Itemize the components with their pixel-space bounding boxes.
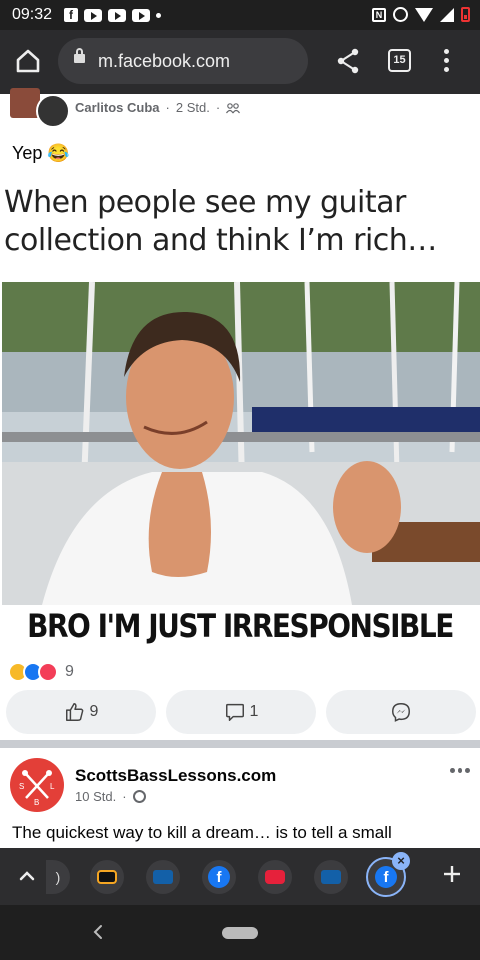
notification-icons: f <box>64 8 161 22</box>
logo-letter-b: B <box>34 798 39 807</box>
logo-letter-s: S <box>19 782 24 791</box>
browser-toolbar: m.facebook.com 15 <box>0 30 480 94</box>
red-app-favicon-icon <box>265 870 285 884</box>
meme-caption: When people see my guitar collection and… <box>4 185 437 258</box>
facebook-notification-icon: f <box>64 8 78 22</box>
comment-count: 1 <box>249 703 259 720</box>
reactions-summary[interactable]: 9 <box>8 662 74 682</box>
post-meta: Carlitos Cuba · 2 Std. · <box>75 100 241 115</box>
youtube-notification-icon <box>108 8 126 22</box>
tab-switcher-button[interactable]: 15 <box>388 49 411 72</box>
youtube-notification-icon <box>132 8 150 22</box>
like-count: 9 <box>89 703 99 720</box>
status-time: 09:32 <box>12 6 53 23</box>
share-icon[interactable] <box>336 48 360 74</box>
page-avatar[interactable]: S L B <box>10 758 64 812</box>
chevron-up-icon[interactable] <box>16 866 38 886</box>
new-tab-plus-icon[interactable] <box>440 862 464 886</box>
post-text: Yep 😂 <box>12 143 70 163</box>
scotts-logo-icon: S L B <box>19 770 55 807</box>
love-reaction-icon <box>38 662 58 682</box>
post-time[interactable]: 2 Std. <box>176 100 210 115</box>
system-nav-bar <box>0 905 480 960</box>
post-image[interactable]: When people see my guitar collection and… <box>0 170 480 657</box>
like-button[interactable]: 9 <box>6 690 156 734</box>
overflow-menu-icon[interactable] <box>438 49 454 75</box>
post2-meta: 10 Std. · <box>75 789 146 804</box>
meme-photo-art <box>2 282 480 605</box>
close-tab-icon[interactable]: × <box>392 852 410 870</box>
back-chevron-icon[interactable] <box>92 923 104 941</box>
system-icons: N <box>372 7 470 22</box>
post-header: Carlitos Cuba · 2 Std. · <box>0 88 480 128</box>
meme-bottom-text: BRO I'M JUST IRRESPONSIBLE <box>27 607 454 645</box>
tab-thumb-bandcamp[interactable] <box>90 860 124 894</box>
screen: 09:32 f N m.facebook.com 15 Carlitos Cub… <box>0 0 480 960</box>
comment-button[interactable]: 1 <box>166 690 316 734</box>
home-pill[interactable] <box>222 927 258 939</box>
address-bar[interactable]: m.facebook.com <box>58 38 308 84</box>
volksbank-favicon-icon <box>153 870 173 884</box>
url-text: m.facebook.com <box>98 51 231 71</box>
post2-time[interactable]: 10 Std. <box>75 789 116 804</box>
facebook-favicon-icon: f <box>208 866 230 888</box>
post-actions: 9 1 <box>6 690 476 734</box>
lock-icon <box>74 48 85 63</box>
home-icon[interactable] <box>14 47 42 75</box>
bandcamp-favicon-icon <box>97 870 117 884</box>
youtube-notification-icon <box>84 8 102 22</box>
page-name[interactable]: ScottsBassLessons.com <box>75 766 276 786</box>
author-name[interactable]: Carlitos Cuba <box>75 100 160 115</box>
alarm-icon <box>393 7 408 22</box>
status-bar: 09:32 f N <box>0 0 480 30</box>
meme-photo <box>2 282 480 605</box>
tab-thumb-volksbank[interactable] <box>146 860 180 894</box>
feed-divider <box>0 740 480 748</box>
meta-separator: · <box>215 100 221 115</box>
signal-icon <box>440 7 454 22</box>
messenger-share-button[interactable] <box>326 690 476 734</box>
tab-thumb-facebook[interactable]: f <box>202 860 236 894</box>
volksbank-favicon-icon <box>321 870 341 884</box>
group-members-icon <box>226 102 241 113</box>
tab-thumb-volksbank[interactable] <box>314 860 348 894</box>
more-notifications-icon <box>156 12 161 18</box>
reaction-count: 9 <box>65 663 74 680</box>
comment-icon <box>225 703 244 721</box>
tab-thumb-red-app[interactable] <box>258 860 292 894</box>
nfc-icon: N <box>372 7 386 22</box>
globe-icon <box>132 790 146 803</box>
wifi-icon <box>415 7 433 22</box>
meta-separator: · <box>122 789 127 804</box>
logo-letter-l: L <box>50 782 55 791</box>
meta-separator: · <box>165 100 170 115</box>
tab-thumb-partial[interactable]: ) <box>46 860 70 894</box>
messenger-icon <box>392 703 410 722</box>
post2-text: The quickest way to kill a dream… is to … <box>12 823 392 842</box>
facebook-favicon-icon: f <box>375 866 397 888</box>
thumbs-up-icon <box>65 703 83 721</box>
post-options-icon[interactable] <box>450 768 471 776</box>
author-avatar[interactable] <box>36 94 70 128</box>
battery-low-icon <box>461 7 470 22</box>
